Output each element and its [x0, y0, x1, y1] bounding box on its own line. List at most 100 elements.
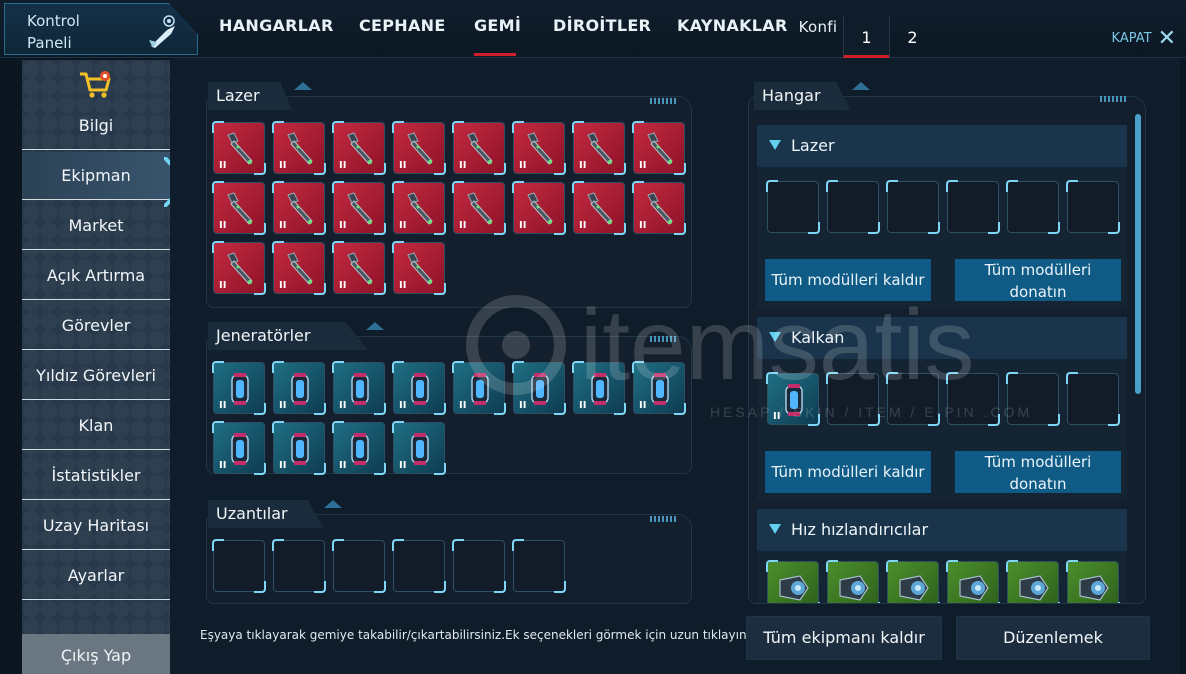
- hangar-booster-slot-4[interactable]: [946, 560, 1000, 603]
- top-bar: Kontrol Paneli HANGARLAR CEPHANE GEMİ Dİ…: [0, 0, 1186, 58]
- close-icon: ✕: [1157, 26, 1176, 51]
- sidebar-item-8[interactable]: İstatistikler: [22, 452, 170, 500]
- laser-slot-8[interactable]: II: [632, 121, 686, 175]
- hangar-laser-slot-5[interactable]: [1006, 180, 1060, 234]
- extra-slot-3[interactable]: [332, 539, 386, 593]
- laser-slot-12[interactable]: II: [392, 181, 446, 235]
- sidebar-item-7[interactable]: Klan: [22, 402, 170, 450]
- shop-cart-icon[interactable]: [78, 70, 112, 100]
- laser-slot-17[interactable]: II: [212, 241, 266, 295]
- generator-slot-9[interactable]: II: [212, 421, 266, 475]
- remove-all-shields-button[interactable]: Tüm modülleri kaldır: [765, 451, 931, 493]
- remove-all-lasers-button[interactable]: Tüm modülleri kaldır: [765, 259, 931, 301]
- extra-slot-1[interactable]: [212, 539, 266, 593]
- laser-slot-19[interactable]: II: [332, 241, 386, 295]
- config-2-button[interactable]: 2: [889, 16, 935, 58]
- sidebar-item-9[interactable]: Uzay Haritası: [22, 502, 170, 550]
- item-level-mark: II: [219, 280, 227, 291]
- tab-droids[interactable]: DİROİTLER: [553, 16, 651, 56]
- hangar-shield-slot-2[interactable]: [826, 372, 880, 426]
- hangar-booster-slot-2[interactable]: [826, 560, 880, 603]
- item-level-mark: II: [459, 400, 467, 411]
- generator-slot-12[interactable]: II: [392, 421, 446, 475]
- remove-all-equipment-button[interactable]: Tüm ekipmanı kaldır: [746, 616, 942, 660]
- item-level-mark: II: [519, 400, 527, 411]
- generator-slot-10[interactable]: II: [272, 421, 326, 475]
- hangar-shield-slot-4[interactable]: [946, 372, 1000, 426]
- generator-slot-1[interactable]: II: [212, 361, 266, 415]
- generator-slot-7[interactable]: II: [572, 361, 626, 415]
- tab-hangars[interactable]: HANGARLAR: [219, 16, 333, 56]
- hangar-booster-slot-3[interactable]: [886, 560, 940, 603]
- hangar-scrollbar[interactable]: [1135, 114, 1141, 394]
- extra-slot-6[interactable]: [512, 539, 566, 593]
- hangar-panel-header: Hangar: [754, 82, 870, 110]
- generator-panel-header: Jeneratörler: [208, 322, 384, 350]
- logout-button[interactable]: Çıkış Yap: [22, 634, 170, 674]
- item-level-mark: II: [519, 220, 527, 231]
- laser-panel-title: Lazer: [216, 86, 260, 105]
- laser-slot-1[interactable]: II: [212, 121, 266, 175]
- generator-slot-11[interactable]: II: [332, 421, 386, 475]
- hangar-laser-slot-3[interactable]: [886, 180, 940, 234]
- item-level-mark: II: [459, 160, 467, 171]
- extra-slot-5[interactable]: [452, 539, 506, 593]
- hangar-shield-section-header[interactable]: Kalkan: [757, 317, 1127, 359]
- laser-slot-15[interactable]: II: [572, 181, 626, 235]
- equip-all-lasers-button[interactable]: Tüm modülleri donatın: [955, 259, 1121, 301]
- hangar-laser-slot-6[interactable]: [1066, 180, 1120, 234]
- equip-all-shields-button[interactable]: Tüm modülleri donatın: [955, 451, 1121, 493]
- laser-slot-9[interactable]: II: [212, 181, 266, 235]
- laser-slot-13[interactable]: II: [452, 181, 506, 235]
- sidebar-item-10[interactable]: Ayarlar: [22, 552, 170, 600]
- sidebar-item-4[interactable]: Açık Artırma: [22, 252, 170, 300]
- hangar-laser-slot-2[interactable]: [826, 180, 880, 234]
- generator-slot-3[interactable]: II: [332, 361, 386, 415]
- extra-slot-2[interactable]: [272, 539, 326, 593]
- laser-slot-2[interactable]: II: [272, 121, 326, 175]
- equipment-main: Lazer II II II II II II II II II II II II II II II II II…: [170, 58, 1180, 674]
- laser-slot-11[interactable]: II: [332, 181, 386, 235]
- edit-button[interactable]: Düzenlemek: [956, 616, 1150, 660]
- generator-slot-8[interactable]: II: [632, 361, 686, 415]
- item-level-mark: II: [399, 280, 407, 291]
- laser-slot-14[interactable]: II: [512, 181, 566, 235]
- generator-slot-4[interactable]: II: [392, 361, 446, 415]
- close-button[interactable]: KAPAT ✕: [1112, 26, 1176, 51]
- config-1-button[interactable]: 1: [843, 16, 889, 58]
- laser-slot-5[interactable]: II: [452, 121, 506, 175]
- extra-slot-4[interactable]: [392, 539, 446, 593]
- generator-slot-6[interactable]: II: [512, 361, 566, 415]
- hangar-laser-slot-1[interactable]: [766, 180, 820, 234]
- laser-slot-18[interactable]: II: [272, 241, 326, 295]
- sidebar-item-2[interactable]: Ekipman: [22, 152, 170, 200]
- generator-slot-5[interactable]: II: [452, 361, 506, 415]
- hangar-booster-slot-5[interactable]: [1006, 560, 1060, 603]
- sidebar-item-1[interactable]: Bilgi: [22, 102, 170, 150]
- hangar-shield-slot-1[interactable]: II: [766, 372, 820, 426]
- tab-ship[interactable]: GEMİ: [474, 16, 521, 56]
- sidebar-item-5[interactable]: Görevler: [22, 302, 170, 350]
- sidebar-item-3[interactable]: Market: [22, 202, 170, 250]
- hangar-booster-section-header[interactable]: Hız hızlandırıcılar: [757, 509, 1127, 551]
- laser-slot-6[interactable]: II: [512, 121, 566, 175]
- tab-resources[interactable]: KAYNAKLAR: [677, 16, 787, 56]
- hangar-shield-slot-3[interactable]: [886, 372, 940, 426]
- generator-panel-title: Jeneratörler: [216, 326, 311, 345]
- sidebar-item-6[interactable]: Yıldız Görevleri: [22, 352, 170, 400]
- hangar-shield-slot-5[interactable]: [1006, 372, 1060, 426]
- laser-slot-7[interactable]: II: [572, 121, 626, 175]
- hangar-booster-slot-1[interactable]: [766, 560, 820, 603]
- laser-slot-3[interactable]: II: [332, 121, 386, 175]
- hangar-laser-slot-4[interactable]: [946, 180, 1000, 234]
- hangar-laser-section-header[interactable]: Lazer: [757, 125, 1127, 167]
- hangar-booster-slot-6[interactable]: [1066, 560, 1120, 603]
- hangar-shield-slot-6[interactable]: [1066, 372, 1120, 426]
- laser-slot-16[interactable]: II: [632, 181, 686, 235]
- laser-slot-10[interactable]: II: [272, 181, 326, 235]
- laser-slot-20[interactable]: II: [392, 241, 446, 295]
- laser-slot-4[interactable]: II: [392, 121, 446, 175]
- item-level-mark: II: [773, 411, 781, 422]
- tab-ammo[interactable]: CEPHANE: [359, 16, 445, 56]
- generator-slot-2[interactable]: II: [272, 361, 326, 415]
